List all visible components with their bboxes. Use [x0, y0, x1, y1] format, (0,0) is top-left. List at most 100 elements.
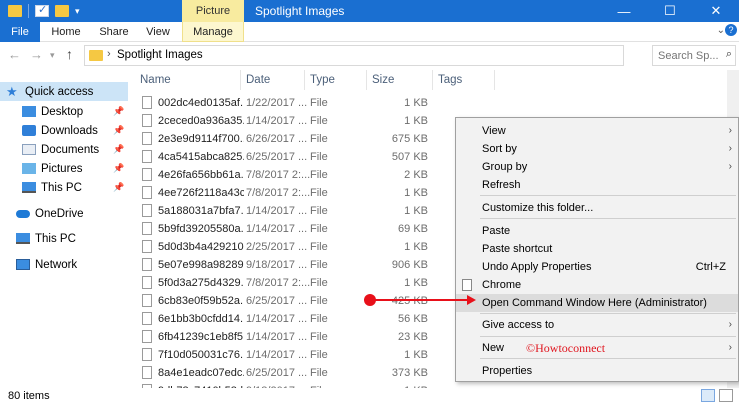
qa-separator [28, 4, 29, 18]
file-name[interactable]: 2e3e9d9114f700... [158, 133, 244, 145]
sidebar-item-label: Desktop [41, 105, 84, 118]
menu-item-paste-shortcut[interactable]: Paste shortcut [456, 240, 738, 258]
file-name[interactable]: 5f0d3a275d4329... [158, 277, 244, 289]
search-icon[interactable]: ⌕ [726, 48, 732, 61]
menu-separator [480, 336, 736, 337]
forward-arrow-icon[interactable]: → [30, 47, 43, 62]
breadcrumb[interactable]: Spotlight Images [117, 49, 203, 61]
sidebar-item-quick-access[interactable]: ★ Quick access [0, 82, 128, 101]
column-divider[interactable] [240, 70, 241, 90]
file-type: File [310, 277, 328, 289]
file-name[interactable]: 6fb41239c1eb8f5... [158, 331, 244, 343]
menu-item-group-by[interactable]: Group by › [456, 158, 738, 176]
menu-separator [480, 313, 736, 314]
file-name[interactable]: 7f10d050031c76... [158, 349, 244, 361]
file-name[interactable]: 4e26fa656bb61a... [158, 169, 244, 181]
column-header-name[interactable]: Name [140, 70, 171, 90]
file-date: 1/14/2017 ... [246, 331, 308, 343]
file-name[interactable]: 4ee726f2118a43c... [158, 187, 244, 199]
menu-item-label: Sort by [482, 143, 517, 155]
column-divider[interactable] [304, 70, 305, 90]
pin-icon[interactable]: 📌 [113, 163, 124, 174]
file-type: File [310, 259, 328, 271]
pin-icon[interactable]: 📌 [113, 106, 124, 117]
menu-item-sort-by[interactable]: Sort by › [456, 140, 738, 158]
submenu-arrow-icon: › [728, 143, 732, 154]
menu-item-undo-apply-properties[interactable]: Undo Apply Properties Ctrl+Z [456, 258, 738, 276]
close-button[interactable]: ✕ [693, 0, 739, 22]
file-name[interactable]: 002dc4ed0135af... [158, 97, 244, 109]
menu-item-refresh[interactable]: Refresh [456, 176, 738, 194]
menu-item-open-command-window-here-administrator[interactable]: Open Command Window Here (Administrator) [456, 294, 738, 312]
sidebar-item-downloads[interactable]: Downloads 📌 [0, 121, 128, 140]
file-icon [142, 114, 152, 127]
table-row[interactable]: 002dc4ed0135af... 1/22/2017 ... File 1 KB [128, 94, 739, 112]
details-view-icon[interactable] [701, 389, 715, 402]
sidebar-item-this-pc[interactable]: This PC [0, 229, 128, 248]
tab-share[interactable]: Share [96, 22, 132, 42]
file-date: 6/25/2017 ... [246, 295, 308, 307]
pin-icon[interactable]: 📌 [113, 125, 124, 136]
file-date: 7/8/2017 2:... [246, 187, 311, 199]
menu-item-give-access-to[interactable]: Give access to › [456, 316, 738, 334]
customize-qa-icon[interactable]: ▾ [75, 6, 80, 17]
maximize-button[interactable]: ☐ [647, 0, 693, 22]
column-divider[interactable] [366, 70, 367, 90]
sidebar-item-this-pc-pinned[interactable]: This PC 📌 [0, 178, 128, 197]
address-bar[interactable]: › Spotlight Images [84, 45, 624, 66]
menu-item-paste[interactable]: Paste [456, 222, 738, 240]
this-pc-icon [16, 233, 30, 244]
minimize-button[interactable]: — [601, 0, 647, 22]
recent-locations-icon[interactable]: ▾ [50, 50, 55, 61]
up-arrow-icon[interactable]: ↑ [66, 46, 73, 62]
sidebar-item-pictures[interactable]: Pictures 📌 [0, 159, 128, 178]
file-size: 507 KB [391, 151, 428, 163]
menu-item-properties[interactable]: Properties [456, 362, 738, 380]
sidebar-item-onedrive[interactable]: OneDrive [0, 204, 128, 223]
file-icon [142, 294, 152, 307]
file-size: 23 KB [398, 331, 428, 343]
help-icon[interactable]: ? [725, 24, 737, 36]
column-header-tags[interactable]: Tags [438, 70, 462, 90]
menu-item-label: Paste shortcut [482, 243, 553, 255]
file-name[interactable]: 8a4e1eadc07edc... [158, 367, 244, 379]
submenu-arrow-icon: › [728, 342, 732, 353]
column-header-date[interactable]: Date [246, 70, 270, 90]
tab-manage[interactable]: Manage [182, 22, 244, 42]
tab-home[interactable]: Home [48, 22, 84, 42]
file-name[interactable]: 5b9fd39205580a... [158, 223, 244, 235]
column-divider[interactable] [432, 70, 433, 90]
sidebar-item-documents[interactable]: Documents 📌 [0, 140, 128, 159]
search-input[interactable] [653, 46, 721, 65]
properties-icon[interactable] [35, 3, 49, 17]
tab-file[interactable]: File [0, 22, 40, 42]
new-folder-icon[interactable] [55, 5, 69, 17]
menu-item-customize-this-folder[interactable]: Customize this folder... [456, 199, 738, 217]
column-header-size[interactable]: Size [372, 70, 394, 90]
file-name[interactable]: 5a188031a7bfa7... [158, 205, 244, 217]
file-name[interactable]: 2ceced0a936a35... [158, 115, 244, 127]
file-name[interactable]: 5e07e998a98289... [158, 259, 244, 271]
search-box[interactable]: ⌕ [652, 45, 736, 66]
file-date: 1/14/2017 ... [246, 223, 308, 235]
back-arrow-icon[interactable]: ← [8, 47, 21, 62]
sidebar-item-network[interactable]: Network [0, 255, 128, 274]
sidebar-item-label: Pictures [41, 162, 83, 175]
file-name[interactable]: 6e1bb3b0cfdd14... [158, 313, 244, 325]
menu-item-view[interactable]: View › [456, 122, 738, 140]
ribbon-tabs: File Home Share View Manage ⌄ ? [0, 22, 739, 42]
file-name[interactable]: 5d0d3b4a429210... [158, 241, 244, 253]
pin-icon[interactable]: 📌 [113, 182, 124, 193]
menu-item-chrome[interactable]: Chrome [456, 276, 738, 294]
column-divider[interactable] [494, 70, 495, 90]
tab-view[interactable]: View [142, 22, 174, 42]
pin-icon[interactable]: 📌 [113, 144, 124, 155]
breadcrumb-separator[interactable]: › [107, 48, 111, 60]
file-name[interactable]: 6cb83e0f59b52a... [158, 295, 244, 307]
sidebar-item-desktop[interactable]: Desktop 📌 [0, 102, 128, 121]
file-icon [142, 258, 152, 271]
large-icons-view-icon[interactable] [719, 389, 733, 402]
column-header-type[interactable]: Type [310, 70, 335, 90]
file-name[interactable]: 4ca5415abca825... [158, 151, 244, 163]
expand-ribbon-icon[interactable]: ⌄ [717, 25, 725, 36]
